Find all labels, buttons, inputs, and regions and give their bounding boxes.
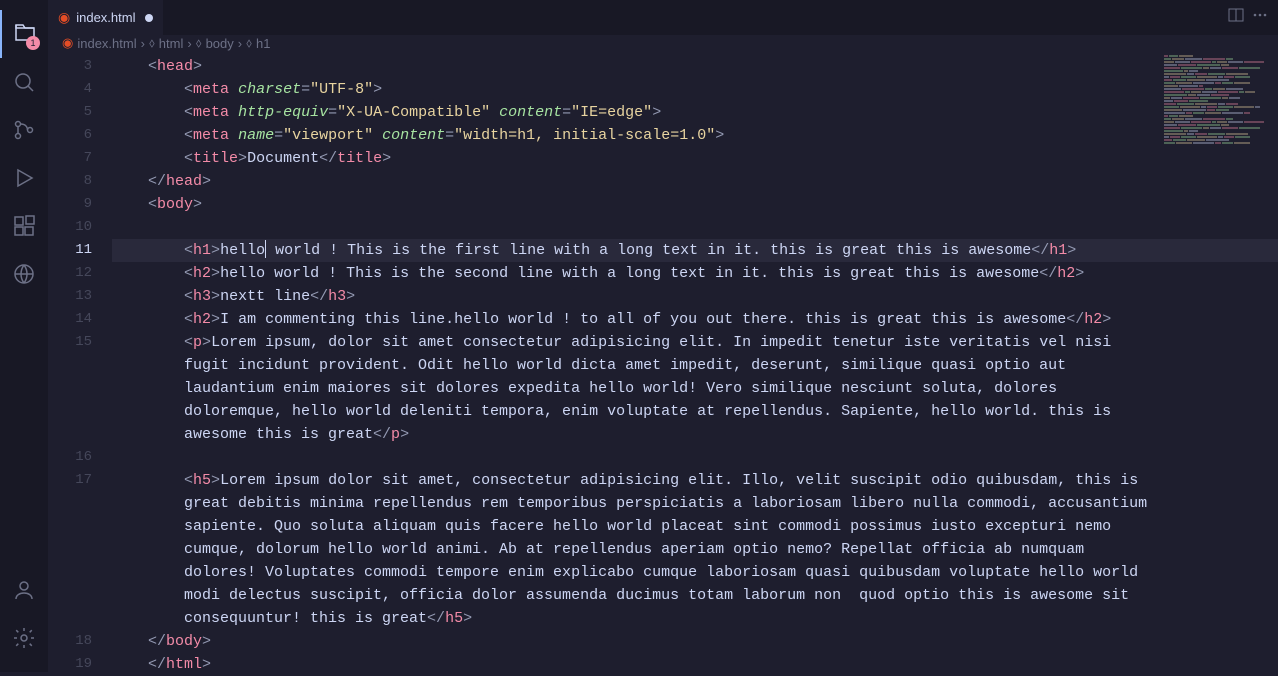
explorer-icon[interactable]: 1 (0, 10, 48, 58)
tab-index-html[interactable]: ◉ index.html (48, 0, 163, 35)
breadcrumb-label: h1 (256, 36, 270, 51)
html-file-icon: ◉ (62, 35, 73, 51)
breadcrumb[interactable]: ◉ index.html › ⬨ html › ⬨ body › ⬨ h1 (48, 35, 1278, 51)
accounts-icon[interactable] (0, 566, 48, 614)
chevron-right-icon: › (238, 36, 242, 51)
breadcrumb-label: html (159, 36, 184, 51)
html-file-icon: ◉ (58, 9, 70, 26)
more-actions-icon[interactable] (1252, 7, 1268, 28)
run-debug-icon[interactable] (0, 154, 48, 202)
tag-icon: ⬨ (149, 35, 155, 51)
chevron-right-icon: › (187, 36, 191, 51)
search-icon[interactable] (0, 58, 48, 106)
line-gutter: 345678910111213141516171819 (48, 51, 112, 676)
source-control-icon[interactable] (0, 106, 48, 154)
chevron-right-icon: › (141, 36, 145, 51)
settings-icon[interactable] (0, 614, 48, 662)
explorer-badge: 1 (26, 36, 40, 50)
split-editor-icon[interactable] (1228, 7, 1244, 28)
code-area[interactable]: <head> <meta charset="UTF-8"> <meta http… (112, 51, 1278, 676)
modified-indicator-icon (145, 14, 153, 22)
breadcrumb-label: index.html (77, 36, 136, 51)
tag-icon: ⬨ (246, 35, 252, 51)
breadcrumb-label: body (206, 36, 234, 51)
tab-bar: ◉ index.html (48, 0, 1278, 35)
remote-icon[interactable] (0, 250, 48, 298)
extensions-icon[interactable] (0, 202, 48, 250)
tab-filename: index.html (76, 10, 135, 25)
editor[interactable]: 345678910111213141516171819 <head> <meta… (48, 51, 1278, 676)
activity-bar: 1 (0, 0, 48, 672)
tag-icon: ⬨ (196, 35, 202, 51)
